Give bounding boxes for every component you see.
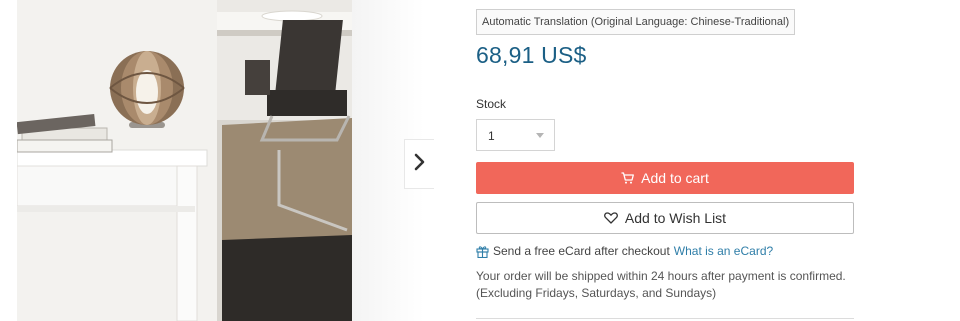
- gift-icon: [476, 245, 489, 258]
- quantity-value: 1: [488, 129, 495, 143]
- stock-label: Stock: [476, 97, 507, 111]
- product-photo: [17, 0, 352, 321]
- gallery-next-button[interactable]: [404, 139, 434, 189]
- section-divider: [476, 318, 854, 319]
- add-to-cart-label: Add to cart: [641, 170, 709, 186]
- cart-icon: [621, 172, 635, 184]
- chevron-down-icon: [536, 133, 544, 138]
- shipping-note: Your order will be shipped within 24 hou…: [476, 268, 856, 302]
- add-to-wishlist-button[interactable]: Add to Wish List: [476, 202, 854, 234]
- quantity-select[interactable]: 1: [476, 119, 555, 151]
- ecard-text: Send a free eCard after checkout: [493, 244, 670, 258]
- add-to-wishlist-label: Add to Wish List: [624, 210, 727, 226]
- product-price: 68,91 US$: [476, 42, 587, 68]
- chevron-right-icon: [414, 153, 426, 176]
- auto-translation-badge: Automatic Translation (Original Language…: [476, 9, 796, 35]
- add-to-cart-button[interactable]: Add to cart: [476, 162, 854, 194]
- ecard-promo: Send a free eCard after checkout What is…: [476, 244, 773, 258]
- shipping-note-line-1: Your order will be shipped within 24 hou…: [476, 269, 846, 283]
- shipping-note-line-2: (Excluding Fridays, Saturdays, and Sunda…: [476, 286, 717, 300]
- heart-icon: [604, 212, 618, 224]
- what-is-ecard-link[interactable]: What is an eCard?: [674, 244, 773, 258]
